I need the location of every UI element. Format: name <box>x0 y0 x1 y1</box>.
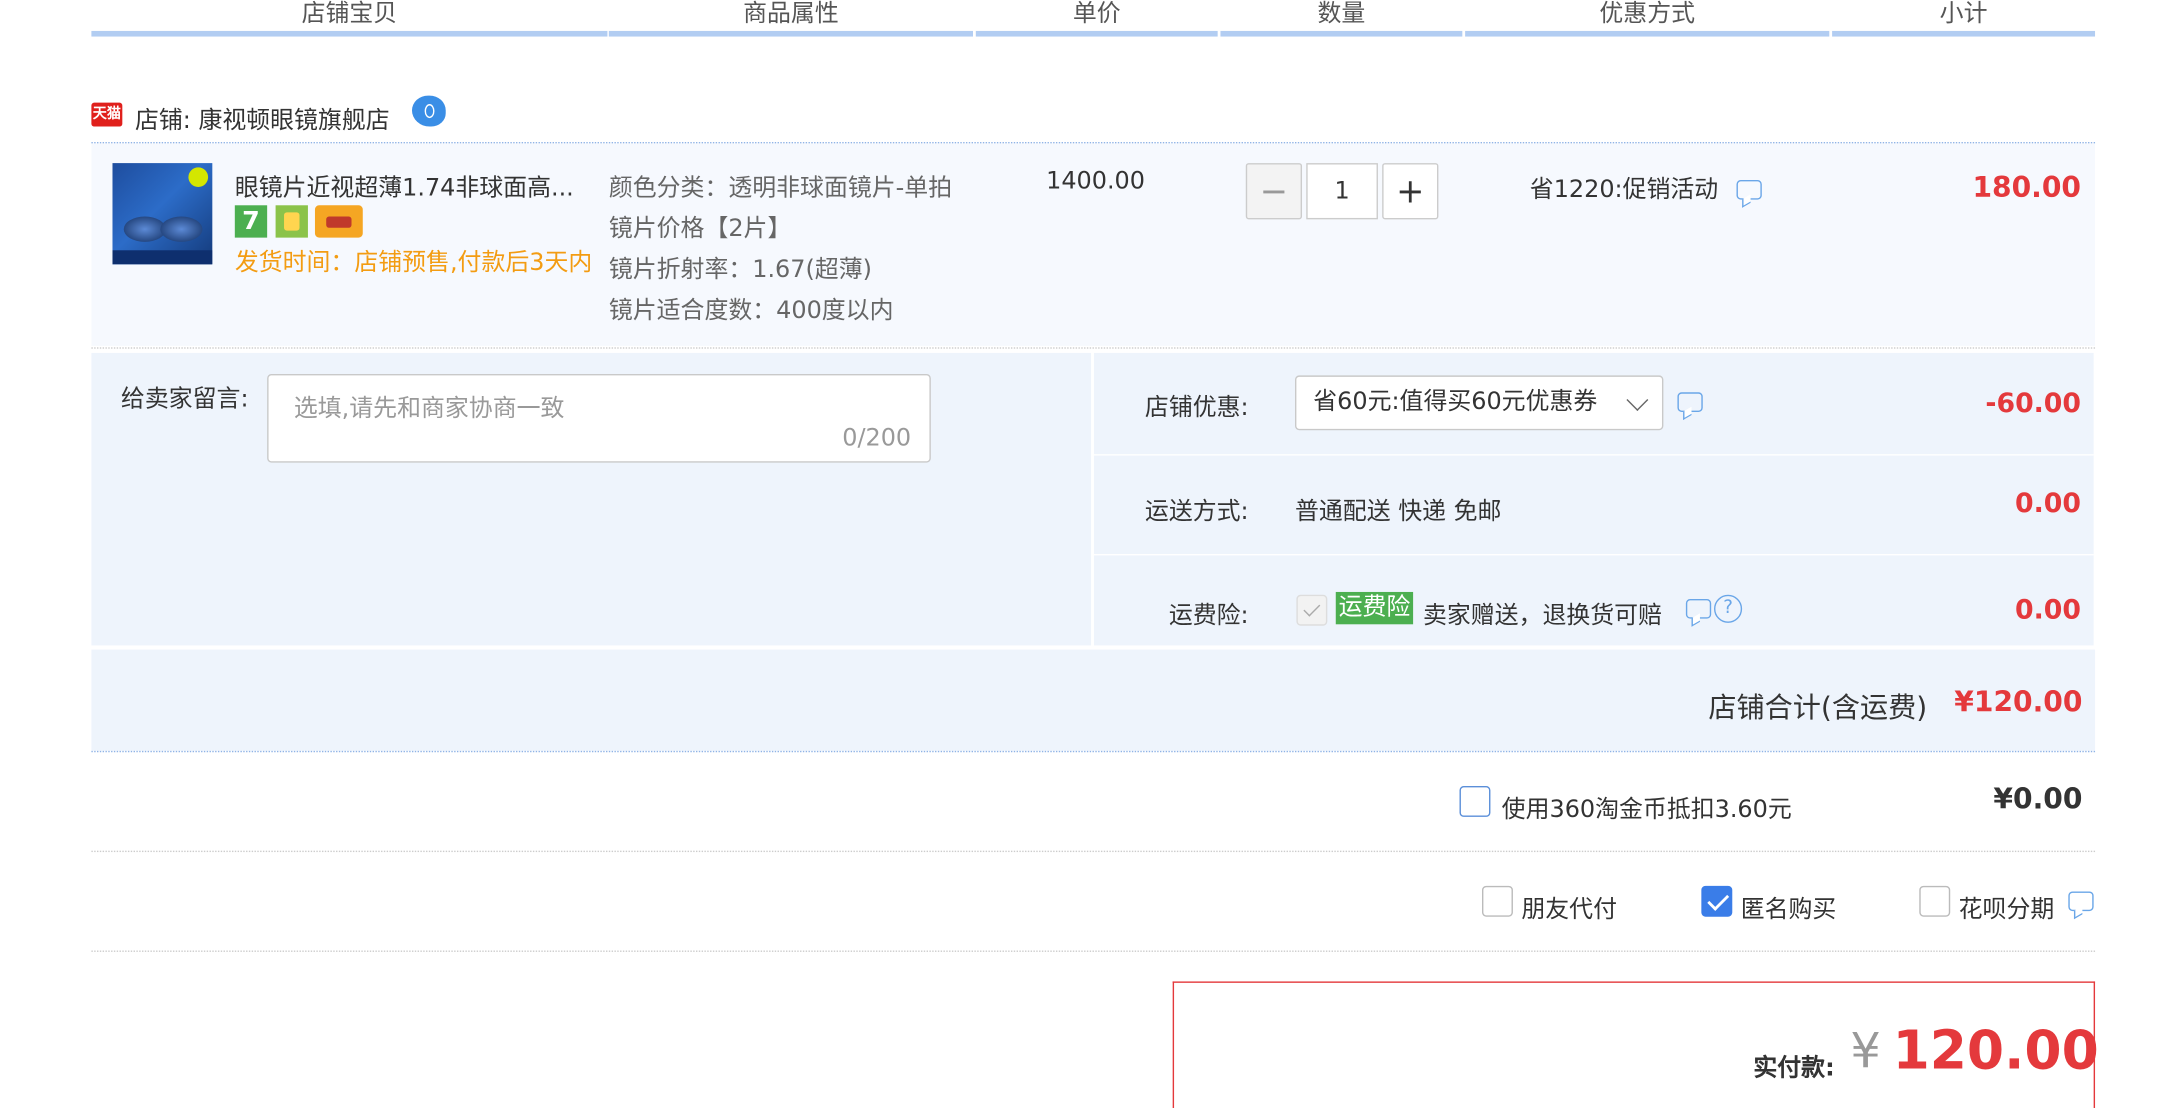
taojinbi-label: 使用360淘金币抵扣3.60元 <box>1501 795 1792 824</box>
insurance-badge: 运费险 <box>1335 591 1414 625</box>
product-title-link[interactable]: 眼镜片近视超薄1.74非球面高... <box>235 167 574 202</box>
shop-discount-select[interactable]: 省60元:值得买60元优惠券 <box>1294 375 1664 431</box>
seller-message-input[interactable]: 选填,请先和商家协商一致 0/200 <box>267 374 931 463</box>
shop-discount-value: -60.00 <box>1985 388 2081 420</box>
shipping-method-text: 普通配送 快递 免邮 <box>1294 497 1502 526</box>
insurance-checkbox <box>1296 594 1328 626</box>
comment-icon[interactable] <box>1685 598 1712 619</box>
huabei-checkbox[interactable] <box>1919 885 1951 917</box>
wangwang-chat-icon[interactable] <box>411 95 446 127</box>
seven-day-return-icon[interactable]: 7 <box>234 205 268 238</box>
chevron-down-icon <box>1626 389 1649 411</box>
payment-currency: ¥ <box>1850 1023 1881 1080</box>
comment-icon[interactable] <box>1677 392 1703 412</box>
column-bar <box>1832 30 2096 37</box>
shop-discount-label: 店铺优惠: <box>1144 393 1249 422</box>
product-attribute: 颜色分类：透明非球面镜片-单拍 <box>608 174 953 203</box>
friend-pay-checkbox[interactable] <box>1481 885 1513 917</box>
unit-price: 1400.00 <box>1046 167 1145 196</box>
divider <box>91 950 2096 952</box>
shop-name-link[interactable]: 店铺: 康视顿眼镜旗舰店 <box>135 100 390 135</box>
column-header-unit-price: 单价 <box>1072 0 1121 29</box>
promotion-text: 省1220:促销活动 <box>1529 175 1719 204</box>
taojinbi-value: ¥0.00 <box>1993 781 2083 816</box>
column-header-item: 店铺宝贝 <box>301 0 398 29</box>
anonymous-checkbox[interactable] <box>1701 885 1733 917</box>
divider <box>91 850 2096 853</box>
shipping-value: 0.00 <box>2015 487 2081 519</box>
column-bar <box>1465 30 1830 37</box>
column-header-subtotal: 小计 <box>1939 0 1988 29</box>
character-counter: 0/200 <box>842 424 912 453</box>
insurance-label: 运费险: <box>1168 601 1249 630</box>
product-attribute: 镜片折射率：1.67(超薄) <box>608 255 872 285</box>
column-bar <box>1220 30 1463 37</box>
seller-message-label: 给卖家留言: <box>120 385 249 414</box>
comment-icon[interactable] <box>2068 891 2094 912</box>
shop-discount-selected: 省60元:值得买60元优惠券 <box>1313 388 1598 417</box>
shop-total-value: ¥120.00 <box>1954 684 2083 719</box>
divider <box>1093 454 2094 456</box>
column-bar <box>608 30 974 37</box>
ship-time-notice: 发货时间：店铺预售,付款后3天内 <box>234 248 593 277</box>
service-guarantee-icon[interactable] <box>275 205 308 238</box>
quantity-increase-button[interactable]: + <box>1382 163 1439 220</box>
product-attribute: 镜片价格【2片】 <box>608 215 792 244</box>
anonymous-label: 匿名购买 <box>1740 895 1837 924</box>
column-bar <box>91 30 608 37</box>
divider <box>91 750 2096 753</box>
credit-card-icon[interactable] <box>314 205 363 238</box>
seller-message-placeholder: 选填,请先和商家协商一致 <box>293 395 565 424</box>
column-header-promotion: 优惠方式 <box>1599 0 1696 29</box>
quantity-decrease-button[interactable]: − <box>1245 163 1303 220</box>
insurance-text: 卖家赠送，退换货可赔 <box>1422 601 1662 630</box>
column-header-attributes: 商品属性 <box>743 0 839 29</box>
shipping-method-label: 运送方式: <box>1144 497 1249 526</box>
shop-total-label: 店铺合计(含运费) <box>1708 690 1928 725</box>
comment-icon[interactable] <box>1736 179 1762 200</box>
insurance-value: 0.00 <box>2015 594 2081 626</box>
column-header-quantity: 数量 <box>1317 0 1366 29</box>
payment-label: 实付款: <box>1753 1054 1835 1083</box>
friend-pay-label: 朋友代付 <box>1521 895 1617 924</box>
huabei-label: 花呗分期 <box>1958 895 2055 924</box>
tmall-icon: 天猫 <box>91 102 123 127</box>
column-bar <box>975 30 1218 37</box>
product-thumbnail[interactable] <box>112 163 213 265</box>
item-subtotal: 180.00 <box>1972 170 2081 204</box>
divider <box>91 347 2096 349</box>
help-icon[interactable]: ? <box>1713 594 1743 623</box>
product-attribute: 镜片适合度数：400度以内 <box>608 296 894 325</box>
taojinbi-checkbox[interactable] <box>1459 785 1491 817</box>
divider <box>1093 553 2094 556</box>
quantity-input[interactable]: 1 <box>1306 163 1378 220</box>
divider <box>1091 352 1094 646</box>
